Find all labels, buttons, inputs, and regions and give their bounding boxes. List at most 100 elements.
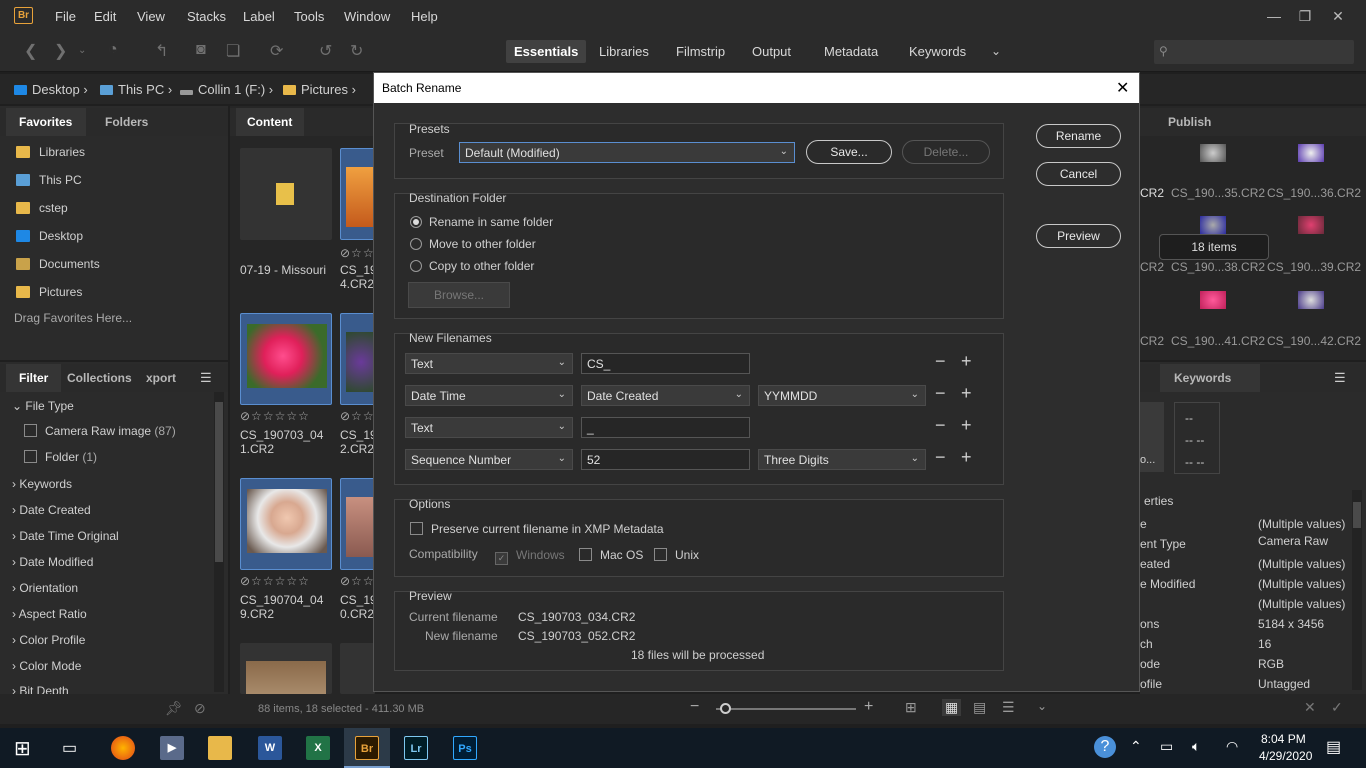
filename-part-type-1[interactable]: Text ⌄	[405, 353, 573, 374]
preview-button[interactable]: Preview	[1036, 224, 1121, 248]
date-field-select[interactable]: Date Created ⌄	[581, 385, 750, 406]
camera-icon[interactable]: ◙	[196, 41, 206, 59]
word-icon[interactable]: W	[258, 736, 282, 760]
zoom-slider[interactable]	[716, 703, 856, 714]
tab-content[interactable]: Content	[247, 115, 292, 129]
windows-checkbox[interactable]: ✓ Windows	[495, 548, 565, 565]
remove-row-icon[interactable]: −	[935, 447, 946, 468]
thumbnail[interactable]	[240, 313, 332, 405]
thumbnail[interactable]	[340, 148, 376, 240]
workspace-filmstrip[interactable]: Filmstrip	[676, 44, 725, 59]
bridge-taskbar-icon[interactable]: Br	[355, 736, 379, 760]
fav-cstep[interactable]: cstep	[16, 201, 68, 215]
no-icon[interactable]: ⊘	[194, 700, 206, 717]
wifi-icon[interactable]: ◠	[1226, 738, 1238, 755]
radio-move-other-folder[interactable]: Move to other folder	[410, 237, 536, 251]
rating-stars[interactable]: ⊘☆☆	[340, 409, 375, 423]
clock-date[interactable]: 4/29/2020	[1259, 749, 1312, 763]
recent-icon[interactable]: ◔	[108, 41, 118, 59]
filename-part-type-2[interactable]: Date Time ⌄	[405, 385, 573, 406]
thumbnail[interactable]	[1298, 216, 1324, 234]
tab-folders[interactable]: Folders	[105, 115, 148, 129]
remove-row-icon[interactable]: −	[935, 415, 946, 436]
crumb-pictures[interactable]: Pictures ›	[283, 82, 356, 97]
volume-icon[interactable]: 🔈︎	[1192, 738, 1200, 755]
workspace-metadata[interactable]: Metadata	[824, 44, 878, 59]
close-icon[interactable]: ✕	[1116, 78, 1129, 98]
tab-keywords[interactable]: Keywords	[1174, 371, 1231, 385]
filter-aspect-ratio[interactable]: › Aspect Ratio	[12, 607, 87, 621]
thumbnail[interactable]	[1200, 216, 1226, 234]
crumb-this-pc[interactable]: This PC ›	[100, 82, 172, 97]
workspace-libraries[interactable]: Libraries	[599, 44, 649, 59]
filename-part-type-4[interactable]: Sequence Number ⌄	[405, 449, 573, 470]
task-view-icon[interactable]: ▭	[62, 738, 77, 758]
chevron-down-icon[interactable]: ⌄	[78, 45, 86, 56]
file-explorer-icon[interactable]	[208, 736, 232, 760]
date-format-select[interactable]: YYMMDD ⌄	[758, 385, 926, 406]
zoom-slider-handle[interactable]	[720, 703, 731, 714]
forward-icon[interactable]: ❯	[54, 41, 67, 61]
tab-publish[interactable]: Publish	[1168, 115, 1211, 129]
menu-view[interactable]: View	[137, 9, 165, 24]
filter-keywords[interactable]: › Keywords	[12, 477, 72, 491]
remove-row-icon[interactable]: −	[935, 351, 946, 372]
preserve-filename-checkbox[interactable]: Preserve current filename in XMP Metadat…	[410, 522, 664, 536]
thumbnail-view-icon[interactable]: ▦	[942, 699, 962, 716]
zoom-in-icon[interactable]: +	[864, 698, 873, 716]
grid-lock-icon[interactable]: ⊞	[905, 699, 917, 716]
back-icon[interactable]: ❮	[24, 41, 37, 61]
copy-icon[interactable]: ❏	[226, 41, 240, 61]
filter-folder[interactable]: Folder (1)	[24, 450, 97, 464]
notifications-icon[interactable]: ▤	[1326, 737, 1341, 757]
radio-rename-same-folder[interactable]: Rename in same folder	[410, 215, 553, 229]
return-icon[interactable]: ↰	[155, 41, 168, 61]
add-row-icon[interactable]: +	[961, 351, 972, 372]
crumb-desktop[interactable]: Desktop ›	[14, 82, 88, 97]
macos-checkbox[interactable]: Mac OS	[579, 548, 643, 562]
filename-text-1[interactable]: CS_	[581, 353, 750, 374]
fav-pictures[interactable]: Pictures	[16, 285, 82, 299]
help-icon[interactable]: ?	[1094, 736, 1116, 758]
thumbnail[interactable]	[340, 478, 376, 570]
zoom-out-icon[interactable]: −	[690, 698, 699, 716]
rating-stars[interactable]: ⊘☆☆	[340, 574, 375, 588]
menu-label[interactable]: Label	[243, 9, 275, 24]
cancel-icon[interactable]: ✕	[1304, 699, 1316, 716]
workspace-output[interactable]: Output	[752, 44, 791, 59]
filter-file-type[interactable]: ⌄ File Type	[12, 399, 74, 413]
sequence-start-input[interactable]: 52	[581, 449, 750, 470]
close-window-icon[interactable]: ✕	[1323, 4, 1353, 28]
cancel-button[interactable]: Cancel	[1036, 162, 1121, 186]
rating-stars[interactable]: ⊘☆☆☆☆☆	[240, 409, 310, 423]
list-view-icon[interactable]: ☰	[1002, 699, 1015, 716]
menu-edit[interactable]: Edit	[94, 9, 116, 24]
menu-help[interactable]: Help	[411, 9, 438, 24]
restore-icon[interactable]: ❐	[1290, 4, 1320, 28]
add-row-icon[interactable]: +	[961, 383, 972, 404]
save-preset-button[interactable]: Save...	[806, 140, 892, 164]
fav-libraries[interactable]: Libraries	[16, 145, 85, 159]
workspace-keywords[interactable]: Keywords	[909, 44, 966, 59]
thumbnail[interactable]	[240, 478, 332, 570]
thumbnail[interactable]	[1200, 291, 1226, 309]
fav-desktop[interactable]: Desktop	[16, 229, 83, 243]
add-row-icon[interactable]: +	[961, 415, 972, 436]
workspace-essentials[interactable]: Essentials	[506, 40, 587, 63]
filter-scrollbar[interactable]	[214, 392, 224, 692]
filter-camera-raw[interactable]: Camera Raw image (87)	[24, 424, 176, 438]
excel-icon[interactable]: X	[306, 736, 330, 760]
chevron-up-icon[interactable]: ⌃	[1130, 738, 1142, 755]
radio-copy-other-folder[interactable]: Copy to other folder	[410, 259, 534, 273]
clock-time[interactable]: 8:04 PM	[1261, 732, 1306, 746]
filename-part-type-3[interactable]: Text ⌄	[405, 417, 573, 438]
unix-checkbox[interactable]: Unix	[654, 548, 699, 562]
tab-export[interactable]: xport	[146, 371, 176, 385]
apply-icon[interactable]: ✓	[1331, 699, 1343, 716]
workspace-more-icon[interactable]: ⌄	[991, 44, 1001, 58]
thumbnail[interactable]	[340, 313, 376, 405]
filter-color-mode[interactable]: › Color Mode	[12, 659, 81, 673]
rating-stars[interactable]: ⊘☆☆	[340, 246, 375, 260]
crumb-drive[interactable]: Collin 1 (F:) ›	[180, 82, 273, 97]
tab-favorites[interactable]: Favorites	[19, 115, 72, 129]
